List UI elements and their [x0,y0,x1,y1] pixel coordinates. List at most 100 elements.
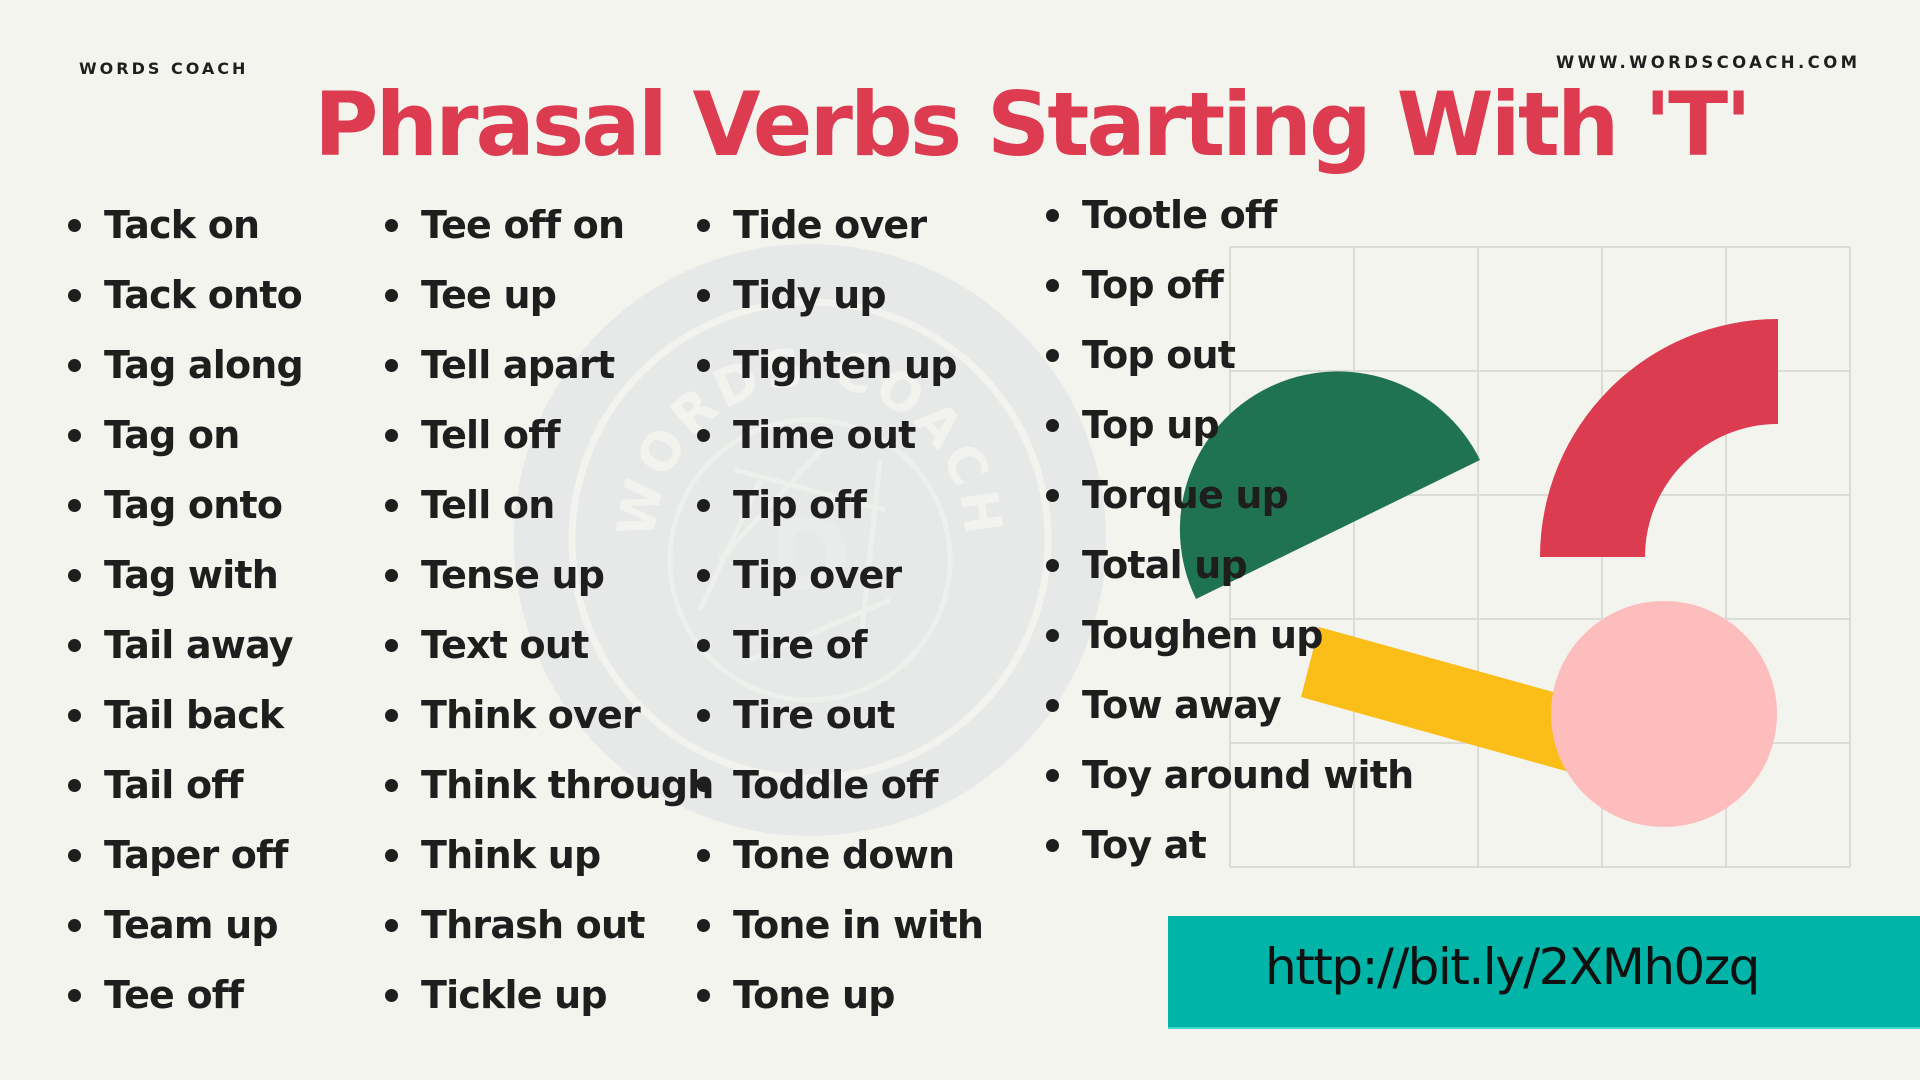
bullet-icon [1046,629,1059,642]
bullet-icon [697,289,710,302]
short-link-text[interactable]: http://bit.ly/2XMh0zq [1265,938,1760,996]
verb-text: Time out [733,413,916,457]
verb-list-item: Think through [385,757,714,827]
verb-column-1: Tack on Tack onto Tag along Tag on Tag onto T… [68,197,304,1037]
verb-list-item: Tag with [68,547,303,617]
verb-list-item: Tell off [385,407,714,477]
bullet-icon [68,919,81,932]
verb-list-item: Toy at [1046,817,1413,887]
verb-text: Tootle off [1082,193,1277,237]
bullet-icon [68,779,81,792]
verb-list-item: Think over [385,687,714,757]
bullet-icon [697,359,710,372]
bullet-icon [697,849,710,862]
verb-list-item: Thrash out [385,897,714,967]
verb-list-item: Tag onto [68,477,303,547]
verb-text: Tone in with [733,903,984,947]
verb-text: Toy around with [1082,753,1414,797]
verb-text: Torque up [1082,473,1289,517]
bullet-icon [68,219,81,232]
bullet-icon [68,709,81,722]
verb-text: Tee off [104,973,244,1017]
bullet-icon [697,429,710,442]
bullet-icon [68,429,81,442]
verb-text: Tack onto [104,273,303,317]
verb-text: Tag along [104,343,304,387]
verb-list-item: Tickle up [385,967,714,1037]
verb-list-item: Top out [1046,327,1413,397]
verb-list-item: Tee off on [385,197,714,267]
verb-list-item: Top off [1046,257,1413,327]
bullet-icon [385,219,398,232]
verb-text: Tag onto [104,483,283,527]
verb-list-item: Toddle off [697,757,983,827]
verb-text: Tip off [733,483,867,527]
verb-list-item: Tone in with [697,897,984,967]
bullet-icon [385,989,398,1002]
verb-text: Text out [421,623,589,667]
bullet-icon [385,289,398,302]
verb-text: Tail away [104,623,294,667]
verb-list-item: Tire out [697,687,983,757]
verb-list-item: Tail back [68,687,303,757]
verb-list-item: Torque up [1046,467,1413,537]
verb-list-item: Tense up [385,547,714,617]
bullet-icon [385,849,398,862]
red-quarter-ring-shape [1540,319,1778,557]
verb-text: Top up [1082,403,1220,447]
verb-text: Tell off [421,413,561,457]
bullet-icon [385,709,398,722]
verb-list-item: Toy around with [1046,747,1414,817]
bullet-icon [68,639,81,652]
verb-list-item: Think up [385,827,714,897]
verb-list-item: Tail away [68,617,303,687]
verb-text: Tee off on [421,203,625,247]
verb-list-item: Tootle off [1046,187,1413,257]
bullet-icon [697,219,710,232]
verb-list-item: Tell apart [385,337,714,407]
verb-list-item: Time out [697,407,983,477]
verb-text: Tire of [733,623,868,667]
bullet-icon [697,639,710,652]
verb-list-item: Tag along [68,337,304,407]
verb-text: Thrash out [421,903,645,947]
verb-text: Tide over [733,203,927,247]
bullet-icon [697,569,710,582]
verb-text: Total up [1082,543,1248,587]
verb-text: Tense up [421,553,605,597]
verb-text: Tail off [104,763,244,807]
bullet-icon [385,919,398,932]
bullet-icon [68,849,81,862]
verb-list-item: Top up [1046,397,1413,467]
verb-list-item: Text out [385,617,714,687]
verb-list-item: Tee up [385,267,714,337]
verb-list-item: Tone down [697,827,983,897]
bullet-icon [68,499,81,512]
bullet-icon [385,499,398,512]
verb-text: Tow away [1082,683,1282,727]
bullet-icon [697,919,710,932]
verb-text: Tire out [733,693,895,737]
verb-text: Tail back [104,693,284,737]
verb-text: Tone down [733,833,955,877]
bullet-icon [68,569,81,582]
bullet-icon [68,289,81,302]
verb-text: Toughen up [1082,613,1323,657]
verb-text: Tone up [733,973,896,1017]
bullet-icon [1046,349,1059,362]
bullet-icon [697,709,710,722]
pink-circle-shape [1551,601,1777,827]
verb-text: Toddle off [733,763,938,807]
bullet-icon [1046,279,1059,292]
verb-list-item: Tag on [68,407,303,477]
short-link-banner[interactable]: http://bit.ly/2XMh0zq [1168,916,1920,1029]
verb-text: Top out [1082,333,1236,377]
verb-text: Tidy up [733,273,887,317]
verb-text: Tag with [104,553,279,597]
verb-list-item: Tack onto [68,267,303,337]
verb-text: Top off [1082,263,1224,307]
verb-text: Team up [104,903,279,947]
verb-list-item: Team up [68,897,303,967]
brand-name: WORDS COACH [79,59,249,78]
verb-text: Tell on [421,483,555,527]
